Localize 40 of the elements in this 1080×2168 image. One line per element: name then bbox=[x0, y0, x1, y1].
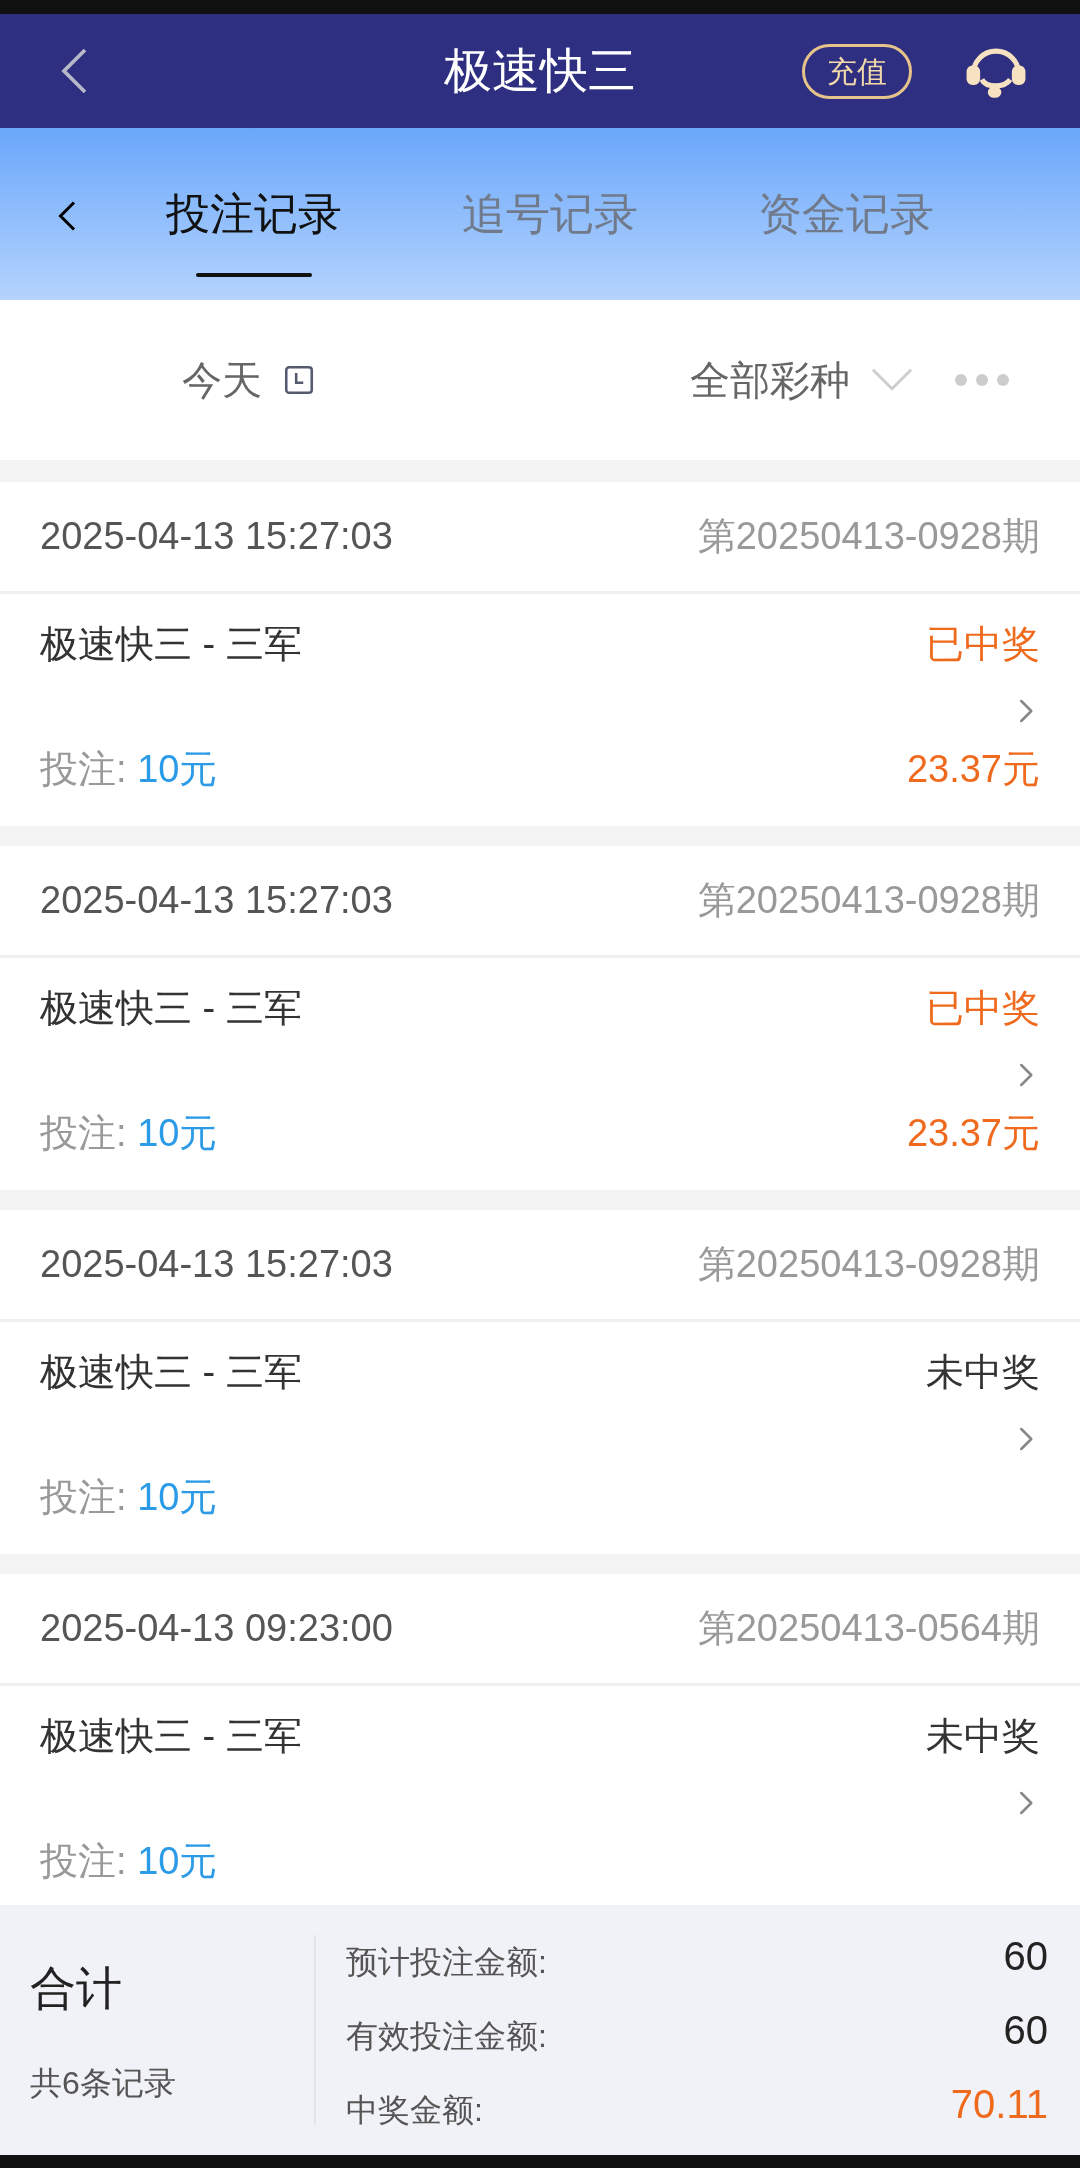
result-status: 未中奖 bbox=[926, 1350, 1040, 1395]
bet-amount: 投注: 10元 bbox=[40, 1475, 218, 1520]
result-status: 已中奖 bbox=[926, 622, 1040, 667]
result-status: 未中奖 bbox=[926, 1714, 1040, 1759]
summary-value: 60 bbox=[1003, 2007, 1048, 2054]
record-time: 2025-04-13 15:27:03 bbox=[40, 1242, 393, 1287]
record-card[interactable]: 2025-04-13 09:23:00 第20250413-0564期 极速快三 - 三军 未中奖 投注: 10元 bbox=[0, 1574, 1080, 1905]
page-title: 极速快三 bbox=[444, 43, 636, 99]
prize-amount: 23.37元 bbox=[906, 747, 1040, 792]
summary-title: 合计 bbox=[30, 1960, 123, 2016]
summary-value: 70.11 bbox=[950, 2081, 1048, 2128]
record-card[interactable]: 2025-04-13 15:27:03 第20250413-0928期 极速快三 - 三军 未中奖 投注: 10元 bbox=[0, 1210, 1080, 1554]
summary-label: 预计投注金额: bbox=[346, 1943, 547, 1982]
date-filter[interactable]: 今天 bbox=[182, 350, 316, 410]
game-name: 极速快三 - 三军 bbox=[40, 622, 302, 667]
record-card[interactable]: 2025-04-13 15:27:03 第20250413-0928期 极速快三 - 三军 已中奖 投注: 10元 23.37元 bbox=[0, 846, 1080, 1190]
clock-icon bbox=[282, 363, 316, 397]
issue-number: 第20250413-0928期 bbox=[697, 878, 1040, 923]
bet-amount: 投注: 10元 bbox=[40, 747, 218, 792]
bet-amount: 投注: 10元 bbox=[40, 1111, 218, 1156]
bet-amount: 投注: 10元 bbox=[40, 1839, 218, 1884]
tab[interactable]: 投注记录 bbox=[166, 151, 342, 277]
record-card[interactable]: 2025-04-13 15:27:03 第20250413-0928期 极速快三 - 三军 已中奖 投注: 10元 23.37元 bbox=[0, 482, 1080, 826]
summary-value: 60 bbox=[1003, 1933, 1048, 1980]
record-time: 2025-04-13 15:27:03 bbox=[40, 878, 393, 923]
game-name: 极速快三 - 三军 bbox=[40, 1714, 302, 1759]
game-name: 极速快三 - 三军 bbox=[40, 1350, 302, 1395]
result-status: 已中奖 bbox=[926, 986, 1040, 1031]
lottery-filter[interactable]: 全部彩种 bbox=[690, 350, 914, 410]
recharge-button[interactable]: 充值 bbox=[802, 43, 912, 99]
issue-number: 第20250413-0928期 bbox=[697, 514, 1040, 559]
record-time: 2025-04-13 09:23:00 bbox=[40, 1606, 393, 1651]
issue-number: 第20250413-0564期 bbox=[697, 1606, 1040, 1651]
summary-label: 有效投注金额: bbox=[346, 2017, 547, 2056]
game-name: 极速快三 - 三军 bbox=[40, 986, 302, 1031]
prize-amount: 23.37元 bbox=[906, 1111, 1040, 1156]
record-count: 共6条记录 bbox=[30, 2063, 177, 2103]
record-time: 2025-04-13 15:27:03 bbox=[40, 514, 393, 559]
issue-number: 第20250413-0928期 bbox=[697, 1242, 1040, 1287]
summary-label: 中奖金额: bbox=[346, 2091, 483, 2130]
